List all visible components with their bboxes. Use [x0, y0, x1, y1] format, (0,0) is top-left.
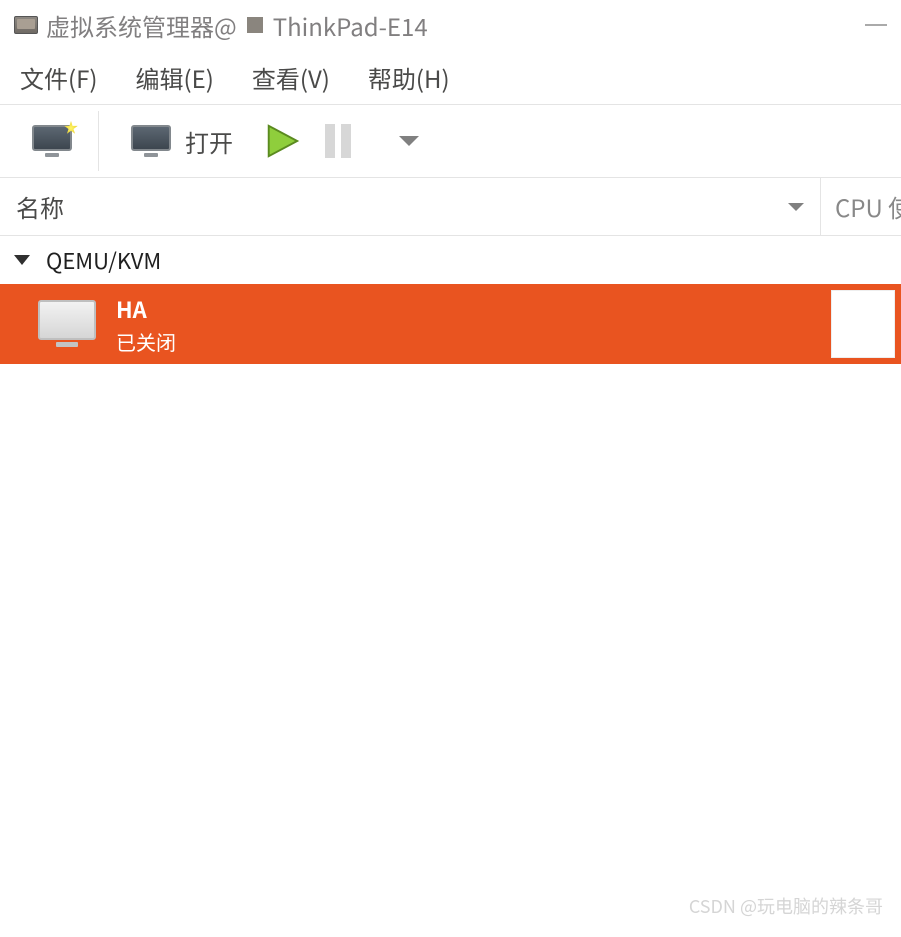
new-vm-icon — [32, 125, 72, 157]
connection-label: QEMU/KVM — [46, 244, 161, 276]
pause-bar-icon — [325, 124, 335, 158]
monitor-icon — [131, 125, 171, 157]
expand-icon[interactable] — [14, 255, 30, 265]
toolbar: 打开 — [0, 104, 901, 178]
menubar: 文件(F) 编辑(E) 查看(V) 帮助(H) — [0, 50, 901, 104]
toolbar-separator — [98, 111, 99, 171]
vm-row[interactable]: HA 已关闭 — [0, 284, 901, 364]
connection-row[interactable]: QEMU/KVM — [0, 236, 901, 284]
column-cpu-label: CPU 使 — [835, 189, 901, 224]
pause-button[interactable] — [313, 116, 363, 166]
column-name[interactable]: 名称 — [0, 178, 821, 235]
play-icon — [263, 122, 301, 160]
column-cpu[interactable]: CPU 使 — [821, 178, 901, 235]
host-icon — [247, 17, 263, 33]
open-label: 打开 — [185, 124, 233, 159]
vm-status: 已关闭 — [116, 327, 176, 356]
shutdown-button[interactable] — [363, 116, 431, 166]
vm-monitor-icon — [38, 300, 96, 348]
open-button[interactable]: 打开 — [113, 116, 251, 166]
column-header: 名称 CPU 使 — [0, 178, 901, 236]
vm-tree: QEMU/KVM HA 已关闭 — [0, 236, 901, 364]
menu-view[interactable]: 查看(V) — [252, 60, 330, 95]
host-name: ThinkPad-E14 — [273, 8, 428, 43]
menu-edit[interactable]: 编辑(E) — [135, 60, 213, 95]
vm-name: HA — [116, 293, 176, 325]
titlebar: 虚拟系统管理器@ ThinkPad-E14 — [0, 0, 901, 50]
run-button[interactable] — [251, 116, 313, 166]
sort-indicator-icon — [788, 203, 804, 211]
chevron-down-icon — [399, 136, 419, 146]
watermark: CSDN @玩电脑的辣条哥 — [689, 893, 883, 919]
title-prefix: 虚拟系统管理器@ — [46, 8, 237, 43]
pause-bar-icon — [341, 124, 351, 158]
column-name-label: 名称 — [16, 189, 64, 224]
minimize-icon[interactable] — [865, 24, 887, 26]
vm-cpu-usage — [831, 290, 895, 358]
menu-help[interactable]: 帮助(H) — [368, 60, 450, 95]
app-icon — [14, 16, 38, 34]
new-vm-button[interactable] — [20, 116, 84, 166]
menu-file[interactable]: 文件(F) — [20, 60, 97, 95]
